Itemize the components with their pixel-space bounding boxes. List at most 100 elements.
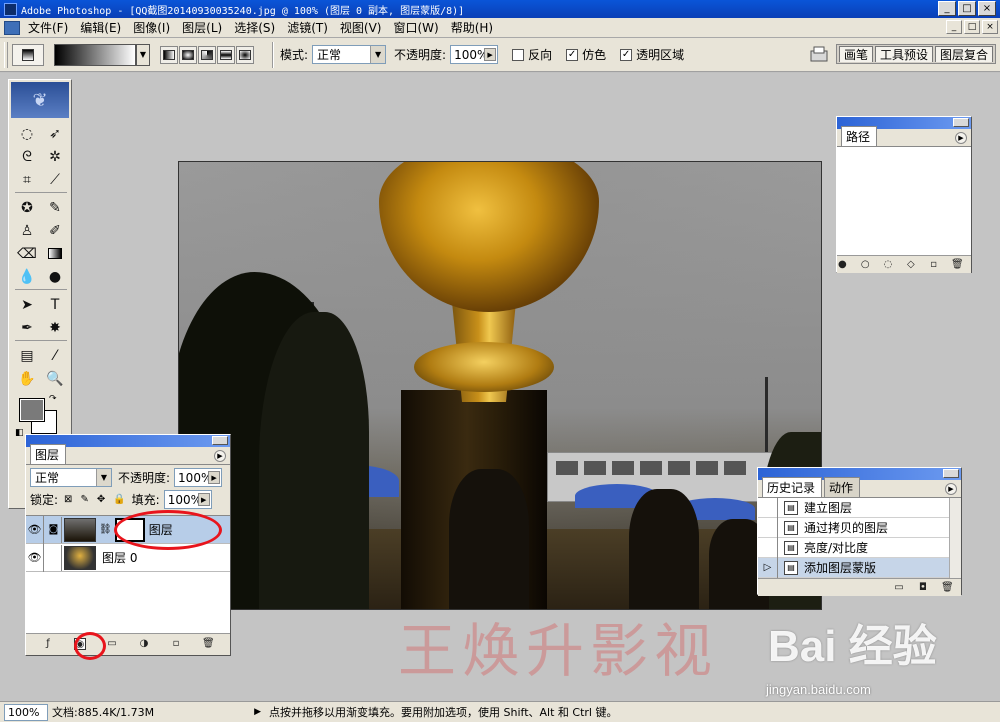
toolbox-header[interactable]: ❦ xyxy=(11,82,69,118)
path-selection-icon[interactable]: ➤ xyxy=(15,293,39,316)
link-slot[interactable] xyxy=(46,544,62,571)
history-brush-icon[interactable]: ✐ xyxy=(43,219,67,242)
document-icon[interactable] xyxy=(4,20,20,35)
lock-image-icon[interactable]: ✎ xyxy=(80,494,88,505)
history-source-box[interactable] xyxy=(758,517,778,538)
new-layer-icon[interactable]: ▫ xyxy=(170,638,182,650)
zoom-tool-icon[interactable]: 🔍 xyxy=(43,367,67,390)
lock-position-icon[interactable]: ✥ xyxy=(97,494,105,505)
foreground-color[interactable] xyxy=(19,398,45,422)
gradient-tool-icon[interactable] xyxy=(43,242,67,265)
reflected-gradient-icon[interactable] xyxy=(217,45,235,64)
layer-opacity-input[interactable]: 100% ▶ xyxy=(174,468,223,487)
menu-window[interactable]: 窗口(W) xyxy=(389,19,446,36)
delete-layer-icon[interactable]: 🗑 xyxy=(202,638,215,650)
minimize-button[interactable]: _ xyxy=(938,1,956,16)
layer-mask-indicator-icon[interactable]: ◙ xyxy=(46,516,62,543)
doc-restore-button[interactable]: □ xyxy=(964,20,980,34)
zoom-input[interactable]: 100% xyxy=(4,703,48,721)
tab-tool-presets[interactable]: 工具预设 xyxy=(874,46,933,62)
dither-checkbox[interactable]: ✓ 仿色 xyxy=(566,46,606,63)
gradient-dropdown-arrow[interactable]: ▼ xyxy=(136,43,150,66)
load-selection-icon[interactable]: ◌ xyxy=(883,259,894,271)
gradient-picker[interactable] xyxy=(54,43,136,66)
panel-minimize-button[interactable] xyxy=(212,436,228,445)
history-pointer-icon[interactable]: ▷ xyxy=(758,557,778,578)
opacity-input[interactable]: 100% ▶ xyxy=(450,45,499,64)
fill-path-icon[interactable]: ● xyxy=(837,259,848,271)
healing-brush-icon[interactable]: ✪ xyxy=(15,196,39,219)
stroke-path-icon[interactable]: ○ xyxy=(860,259,871,271)
radial-gradient-icon[interactable] xyxy=(179,45,197,64)
tab-actions[interactable]: 动作 xyxy=(824,477,861,497)
doc-minimize-button[interactable]: _ xyxy=(946,20,962,34)
history-source-box[interactable] xyxy=(758,537,778,558)
hand-tool-icon[interactable]: ✋ xyxy=(15,367,39,390)
brush-tool-icon[interactable]: ✎ xyxy=(43,196,67,219)
menu-layer[interactable]: 图层(L) xyxy=(178,19,230,36)
default-colors-icon[interactable]: ◧ xyxy=(15,428,24,438)
file-browser-icon[interactable] xyxy=(808,44,830,64)
panel-minimize-button[interactable] xyxy=(943,469,959,478)
mode-select[interactable]: 正常 ▼ xyxy=(312,45,387,64)
crop-tool-icon[interactable]: ⌗ xyxy=(15,168,39,191)
close-button[interactable]: × xyxy=(978,1,996,16)
checkbox-box[interactable]: ✓ xyxy=(566,48,579,61)
move-tool-icon[interactable]: ➶ xyxy=(43,122,67,145)
history-scrollbar[interactable] xyxy=(949,498,961,578)
menu-image[interactable]: 图像(I) xyxy=(129,19,178,36)
status-menu-icon[interactable]: ▶ xyxy=(254,707,261,717)
history-item[interactable]: ▤ 建立图层 xyxy=(758,497,961,518)
diamond-gradient-icon[interactable] xyxy=(236,45,254,64)
panel-minimize-button[interactable] xyxy=(953,118,969,127)
history-item[interactable]: ▤ 通过拷贝的图层 xyxy=(758,517,961,538)
layer-row[interactable]: 👁 图层 0 xyxy=(26,543,230,572)
fill-input[interactable]: 100% ▶ xyxy=(163,490,212,509)
type-tool-icon[interactable]: T xyxy=(43,293,67,316)
checkbox-box[interactable]: ✓ xyxy=(620,48,633,61)
adjustment-layer-icon[interactable]: ◑ xyxy=(138,638,150,650)
maximize-button[interactable]: □ xyxy=(958,1,976,16)
linear-gradient-icon[interactable] xyxy=(160,45,178,64)
lasso-tool-icon[interactable]: ᘓ xyxy=(15,145,39,168)
layer-style-icon[interactable]: ƒ xyxy=(42,638,54,650)
panel-menu-button[interactable]: ▶ xyxy=(214,450,226,462)
eyedropper-icon[interactable]: ⁄ xyxy=(43,344,67,367)
doc-close-button[interactable]: × xyxy=(982,20,998,34)
custom-shape-icon[interactable]: ✸ xyxy=(43,316,67,339)
elliptical-marquee-icon[interactable]: ◌ xyxy=(15,122,39,145)
blur-tool-icon[interactable]: 💧 xyxy=(15,265,39,288)
visibility-eye-icon[interactable]: 👁 xyxy=(26,515,44,544)
eraser-tool-icon[interactable]: ⌫ xyxy=(15,242,39,265)
delete-path-icon[interactable]: 🗑 xyxy=(951,259,964,271)
menu-file[interactable]: 文件(F) xyxy=(24,19,76,36)
blend-mode-select[interactable]: 正常 ▼ xyxy=(30,468,112,487)
slider-arrow-icon[interactable]: ▶ xyxy=(484,48,497,61)
tool-preset-picker[interactable] xyxy=(12,43,44,66)
menu-help[interactable]: 帮助(H) xyxy=(447,19,501,36)
slice-tool-icon[interactable]: ⟋ xyxy=(43,168,67,191)
history-source-box[interactable] xyxy=(758,497,778,518)
visibility-eye-icon[interactable]: 👁 xyxy=(26,543,44,572)
reverse-checkbox[interactable]: 反向 xyxy=(512,46,552,63)
tab-layer-comps[interactable]: 图层复合 xyxy=(934,46,993,62)
transparency-checkbox[interactable]: ✓ 透明区域 xyxy=(620,46,684,63)
dodge-tool-icon[interactable]: ● xyxy=(43,265,67,288)
delete-state-icon[interactable]: 🗑 xyxy=(941,582,954,594)
menu-select[interactable]: 选择(S) xyxy=(230,19,283,36)
menu-edit[interactable]: 编辑(E) xyxy=(76,19,129,36)
history-item[interactable]: ▷ ▤ 添加图层蒙版 xyxy=(758,557,961,578)
new-group-icon[interactable]: ▭ xyxy=(106,638,118,650)
tab-layers[interactable]: 图层 xyxy=(30,444,67,464)
new-path-icon[interactable]: ▫ xyxy=(928,259,939,271)
swap-colors-icon[interactable]: ↷ xyxy=(49,394,57,404)
document-canvas[interactable] xyxy=(178,161,822,610)
menu-filter[interactable]: 滤镜(T) xyxy=(283,19,336,36)
notes-tool-icon[interactable]: ▤ xyxy=(15,344,39,367)
make-work-path-icon[interactable]: ◇ xyxy=(905,259,916,271)
menu-view[interactable]: 视图(V) xyxy=(336,19,390,36)
new-document-from-state-icon[interactable]: ▭ xyxy=(893,582,905,594)
magic-wand-icon[interactable]: ✲ xyxy=(43,145,67,168)
panel-menu-button[interactable]: ▶ xyxy=(945,483,957,495)
tab-brushes[interactable]: 画笔 xyxy=(838,46,873,62)
